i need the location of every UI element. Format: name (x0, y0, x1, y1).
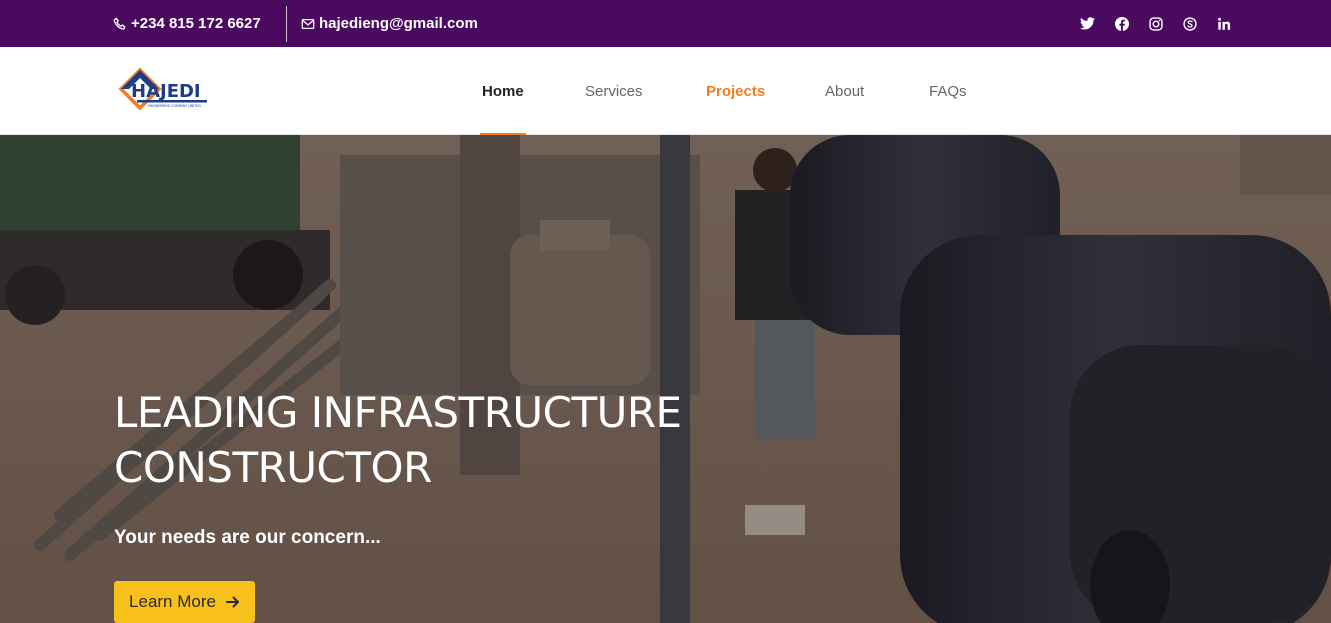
instagram-icon[interactable] (1148, 16, 1163, 31)
facebook-icon[interactable] (1114, 16, 1129, 31)
nav-services-label: Services (585, 82, 643, 100)
phone-number: +234 815 172 6627 (131, 15, 261, 32)
top-bar: +234 815 172 6627 hajedieng@gmail.com (0, 0, 1331, 47)
nav-projects[interactable]: Projects (706, 47, 765, 135)
nav-home-label: Home (482, 82, 524, 100)
nav-about[interactable]: About (825, 47, 864, 135)
learn-more-label: Learn More (129, 592, 216, 611)
hero-section: LEADING INFRASTRUCTURE CONSTRUCTOR Your … (0, 135, 1331, 623)
hero-title: LEADING INFRASTRUCTURE CONSTRUCTOR (114, 385, 682, 495)
linkedin-icon[interactable] (1216, 16, 1231, 31)
learn-more-button[interactable]: Learn More (114, 581, 255, 623)
nav-projects-label: Projects (706, 82, 766, 100)
nav-faqs[interactable]: FAQs (929, 47, 967, 135)
email-contact[interactable]: hajedieng@gmail.com (301, 0, 478, 47)
email-address: hajedieng@gmail.com (319, 15, 478, 32)
arrow-right-icon (225, 596, 239, 608)
envelope-icon (301, 18, 315, 29)
hero-overlay (0, 135, 1331, 623)
svg-text:ENGINEERING COMPANY LIMITED: ENGINEERING COMPANY LIMITED (148, 104, 201, 108)
hero-subtitle: Your needs are our concern... (114, 527, 381, 548)
nav-about-label: About (825, 82, 865, 100)
hero-title-line-1: LEADING INFRASTRUCTURE (114, 388, 682, 437)
hero-title-line-2: CONSTRUCTOR (114, 443, 432, 492)
main-navbar: HAJEDI ENGINEERING COMPANY LIMITED Home … (0, 47, 1331, 135)
skype-icon[interactable] (1182, 16, 1197, 31)
nav-home[interactable]: Home (480, 47, 526, 135)
nav-faqs-label: FAQs (929, 82, 967, 100)
svg-text:HAJEDI: HAJEDI (131, 81, 201, 102)
nav-services[interactable]: Services (585, 47, 643, 135)
phone-icon (113, 17, 126, 30)
twitter-icon[interactable] (1080, 16, 1095, 31)
phone-contact[interactable]: +234 815 172 6627 (113, 0, 261, 47)
topbar-divider (286, 6, 287, 42)
social-links (1080, 0, 1231, 47)
company-logo[interactable]: HAJEDI ENGINEERING COMPANY LIMITED (118, 67, 210, 115)
